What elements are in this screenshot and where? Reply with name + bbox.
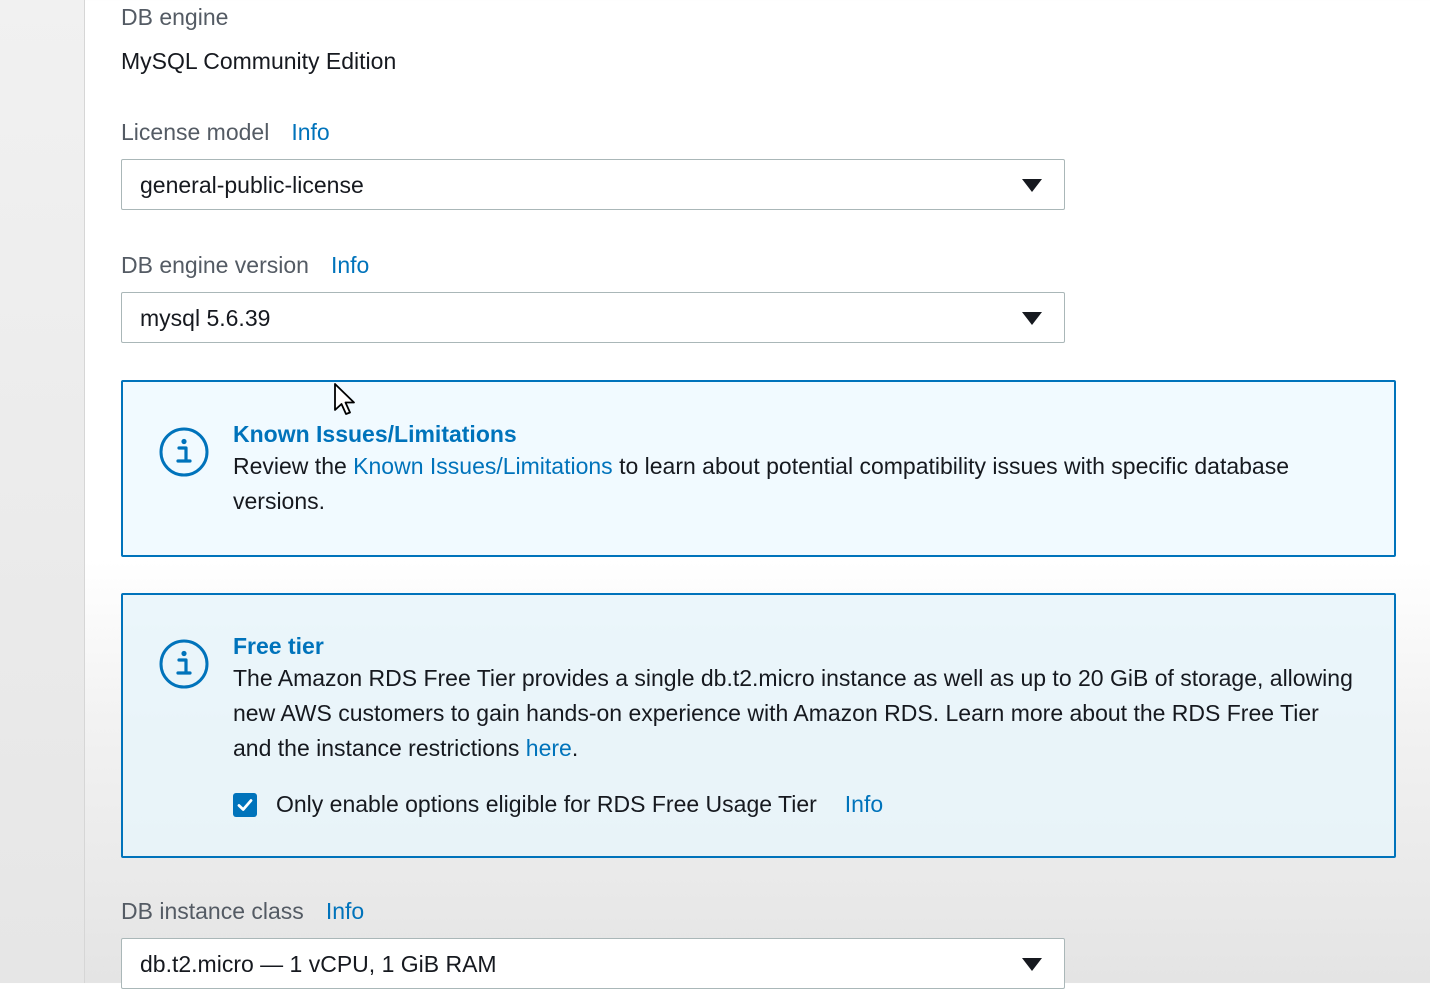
- instance-class-selected-value: db.t2.micro — 1 vCPU, 1 GiB RAM: [140, 951, 497, 977]
- free-tier-title: Free tier: [233, 633, 324, 659]
- license-model-selected-value: general-public-license: [140, 172, 364, 198]
- free-tier-checkbox-label[interactable]: Only enable options eligible for RDS Fre…: [276, 791, 817, 818]
- caret-down-icon: [1022, 958, 1042, 971]
- free-tier-checkbox-row: Only enable options eligible for RDS Fre…: [233, 791, 883, 818]
- license-model-label-text: License model: [121, 119, 270, 145]
- info-circle-icon: [159, 639, 209, 689]
- free-tier-body: Free tier The Amazon RDS Free Tier provi…: [233, 631, 1354, 766]
- known-issues-link[interactable]: Known Issues/Limitations: [353, 453, 613, 479]
- engine-version-selected-value: mysql 5.6.39: [140, 305, 271, 331]
- caret-down-icon: [1022, 312, 1042, 325]
- known-issues-body: Known Issues/Limitations Review the Know…: [233, 419, 1354, 519]
- caret-down-icon: [1022, 179, 1042, 192]
- free-tier-checkbox[interactable]: [233, 792, 257, 817]
- free-tier-text-end: .: [571, 735, 579, 761]
- left-sidebar-rail: [0, 0, 85, 983]
- info-circle-icon: [159, 427, 209, 477]
- engine-version-info-link[interactable]: Info: [331, 252, 369, 278]
- free-tier-text: The Amazon RDS Free Tier provides a sing…: [233, 661, 1354, 766]
- free-tier-here-link[interactable]: here: [526, 735, 572, 761]
- known-issues-text: Review the Known Issues/Limitations to l…: [233, 449, 1354, 519]
- main-content: DB engine MySQL Community Edition Licens…: [85, 0, 1430, 989]
- db-engine-label-text: DB engine: [121, 4, 229, 30]
- mouse-cursor-icon: [334, 383, 355, 415]
- license-model-label: License model Info: [121, 119, 330, 146]
- engine-version-select[interactable]: mysql 5.6.39: [121, 292, 1065, 343]
- license-model-select[interactable]: general-public-license: [121, 159, 1065, 210]
- known-issues-alert: Known Issues/Limitations Review the Know…: [121, 380, 1396, 557]
- instance-class-label: DB instance class Info: [121, 898, 364, 925]
- free-tier-info-link[interactable]: Info: [845, 791, 883, 818]
- checkmark-icon: [237, 798, 253, 811]
- db-engine-value: MySQL Community Edition: [121, 48, 397, 74]
- engine-version-label: DB engine version Info: [121, 252, 369, 279]
- instance-class-info-link[interactable]: Info: [326, 898, 364, 924]
- free-tier-text-main: The Amazon RDS Free Tier provides a sing…: [233, 665, 1353, 761]
- instance-class-label-text: DB instance class: [121, 898, 304, 924]
- license-model-info-link[interactable]: Info: [291, 119, 329, 145]
- engine-version-label-text: DB engine version: [121, 252, 309, 278]
- free-tier-alert: Free tier The Amazon RDS Free Tier provi…: [121, 593, 1396, 858]
- instance-class-select[interactable]: db.t2.micro — 1 vCPU, 1 GiB RAM: [121, 938, 1065, 989]
- known-issues-text-before: Review the: [233, 453, 354, 479]
- db-engine-label: DB engine: [121, 4, 228, 31]
- known-issues-title: Known Issues/Limitations: [233, 421, 517, 447]
